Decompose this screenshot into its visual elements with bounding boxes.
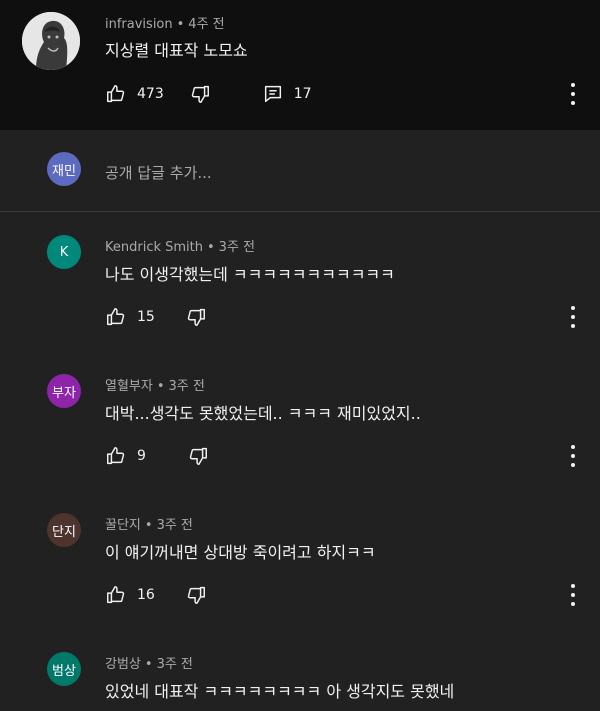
comment-text: 지상렬 대표작 노모쇼 bbox=[105, 41, 248, 60]
reply-time[interactable]: 3주 전 bbox=[219, 240, 255, 255]
comment-icon bbox=[264, 85, 281, 103]
reply-avatar-text: 부자 bbox=[52, 385, 76, 401]
thumbs-up-icon bbox=[107, 586, 125, 604]
comment-time[interactable]: 4주 전 bbox=[188, 17, 224, 32]
more-options-button[interactable] bbox=[570, 83, 576, 105]
reply-meta: 열혈부자 • 3주 전 bbox=[105, 375, 205, 394]
like-count: 15 bbox=[137, 309, 155, 325]
main-comment-meta: infravision • 4주 전 bbox=[105, 13, 225, 32]
thumbs-up-icon bbox=[107, 447, 125, 465]
reply-avatar-text: 범상 bbox=[52, 663, 76, 679]
reply-text: 대박...생각도 못했었는데.. ㅋㅋㅋ 재미있었지.. bbox=[105, 404, 421, 423]
current-user-avatar: 재민 bbox=[47, 152, 81, 186]
main-comment-avatar[interactable] bbox=[22, 12, 80, 70]
meta-separator-dot: • bbox=[144, 657, 153, 672]
meta-separator-dot: • bbox=[207, 240, 215, 255]
reply-meta: 강범상 • 3주 전 bbox=[105, 653, 193, 672]
reply-actions: 16 bbox=[105, 584, 207, 606]
meta-separator-dot: • bbox=[144, 518, 153, 533]
reply-time[interactable]: 3주 전 bbox=[157, 518, 193, 533]
dislike-button[interactable] bbox=[185, 306, 207, 328]
reply-actions: 15 bbox=[105, 306, 207, 328]
like-count: 16 bbox=[137, 587, 155, 603]
reply-author[interactable]: 열혈부자 bbox=[105, 379, 153, 394]
dislike-button[interactable] bbox=[189, 83, 211, 105]
reply-avatar[interactable]: 부자 bbox=[47, 374, 81, 408]
reply-text: 나도 이생각했는데 ㅋㅋㅋㅋㅋㅋㅋㅋㅋㅋㅋ bbox=[105, 265, 395, 284]
reply-avatar[interactable]: 범상 bbox=[47, 652, 81, 686]
meta-separator-dot: • bbox=[156, 379, 165, 394]
more-options-button[interactable] bbox=[570, 306, 576, 328]
reply-text: 이 얘기꺼내면 상대방 죽이려고 하지ㅋㅋ bbox=[105, 543, 376, 562]
like-button[interactable]: 9 bbox=[105, 445, 146, 467]
reply-box-divider bbox=[0, 211, 600, 212]
main-comment-actions: 473 17 bbox=[105, 83, 312, 105]
more-options-button[interactable] bbox=[570, 584, 576, 606]
sketch-portrait-avatar-image bbox=[22, 12, 80, 70]
like-count: 9 bbox=[137, 448, 146, 464]
dislike-button[interactable] bbox=[185, 584, 207, 606]
more-options-button[interactable] bbox=[570, 445, 576, 467]
reply-time[interactable]: 3주 전 bbox=[157, 657, 193, 672]
reply-avatar-text: 단지 bbox=[52, 524, 76, 540]
comment-author[interactable]: infravision bbox=[105, 17, 173, 32]
reply-text: 있었네 대표작 ㅋㅋㅋㅋㅋㅋㅋㅋ 아 생각지도 못했네 bbox=[105, 682, 455, 701]
thumbs-down-icon bbox=[191, 85, 209, 103]
reply-meta: Kendrick Smith • 3주 전 bbox=[105, 236, 255, 255]
reply-author[interactable]: Kendrick Smith bbox=[105, 240, 203, 255]
thumbs-down-icon bbox=[189, 447, 207, 465]
reply-avatar-text: K bbox=[59, 244, 69, 260]
reply-time[interactable]: 3주 전 bbox=[169, 379, 205, 394]
reply-avatar[interactable]: 단지 bbox=[47, 513, 81, 547]
more-vertical-icon bbox=[571, 306, 575, 310]
like-button[interactable]: 15 bbox=[105, 306, 155, 328]
like-button[interactable]: 473 bbox=[105, 83, 164, 105]
reply-author[interactable]: 강범상 bbox=[105, 657, 141, 672]
dislike-button[interactable] bbox=[187, 445, 209, 467]
reply-meta: 꿀단지 • 3주 전 bbox=[105, 514, 193, 533]
reply-button[interactable]: 17 bbox=[262, 83, 312, 105]
reply-avatar[interactable]: K bbox=[47, 235, 81, 269]
main-comment: infravision • 4주 전 지상렬 대표작 노모쇼 473 17 bbox=[0, 0, 600, 130]
thumbs-up-icon bbox=[107, 308, 125, 326]
thumbs-up-icon bbox=[107, 85, 125, 103]
reply-author[interactable]: 꿀단지 bbox=[105, 518, 141, 533]
thumbs-down-icon bbox=[187, 308, 205, 326]
add-reply-input[interactable]: 공개 답글 추가... bbox=[105, 162, 212, 183]
more-vertical-icon bbox=[571, 83, 575, 87]
more-vertical-icon bbox=[571, 584, 575, 588]
like-button[interactable]: 16 bbox=[105, 584, 155, 606]
reply-count: 17 bbox=[293, 86, 312, 102]
current-user-avatar-text: 재민 bbox=[52, 163, 76, 179]
more-vertical-icon bbox=[571, 445, 575, 449]
reply-actions: 9 bbox=[105, 445, 209, 467]
like-count: 473 bbox=[137, 86, 164, 102]
meta-separator-dot: • bbox=[176, 17, 185, 32]
thumbs-down-icon bbox=[187, 586, 205, 604]
